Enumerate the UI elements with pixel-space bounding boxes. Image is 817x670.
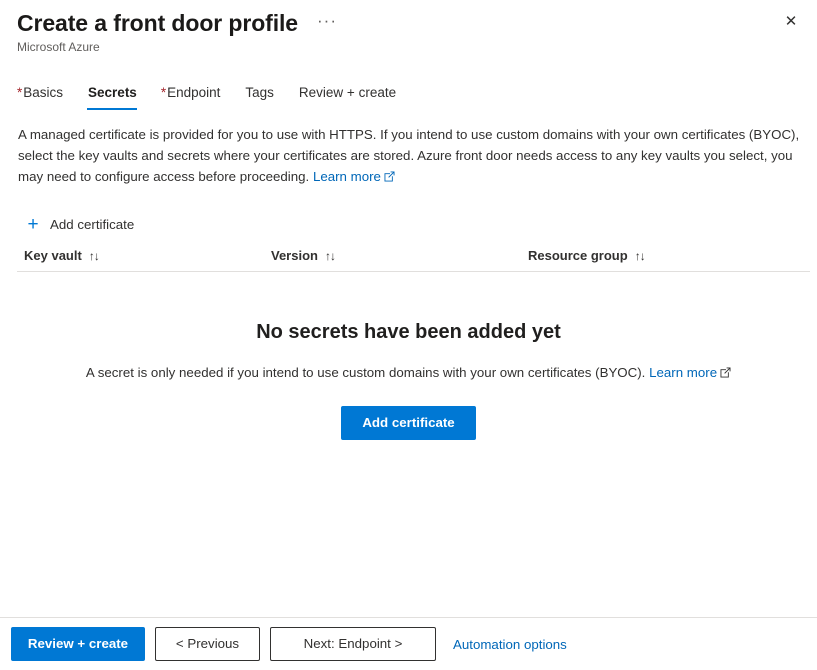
tab-secrets[interactable]: Secrets — [75, 84, 149, 110]
tab-label: Review + create — [298, 85, 397, 100]
blade-footer: Review + create < Previous Next: Endpoin… — [0, 617, 817, 670]
table-header-row: Key vault ↑↓ Version ↑↓ Resource group ↑… — [17, 248, 810, 272]
blade-subtitle: Microsoft Azure — [17, 40, 100, 54]
sort-icon: ↑↓ — [324, 248, 336, 263]
column-header-resource-group[interactable]: Resource group ↑↓ — [528, 248, 810, 263]
tab-label: Endpoint — [167, 85, 221, 100]
empty-state-title: No secrets have been added yet — [256, 321, 561, 343]
column-label: Key vault — [24, 248, 82, 263]
automation-options-link[interactable]: Automation options — [453, 637, 567, 652]
empty-state-learn-more-link[interactable]: Learn more — [649, 365, 717, 380]
required-asterisk: * — [160, 85, 167, 100]
tab-label: Tags — [245, 85, 274, 100]
column-header-key-vault[interactable]: Key vault ↑↓ — [17, 248, 271, 263]
tab-basics[interactable]: *Basics — [17, 84, 75, 110]
learn-more-link[interactable]: Learn more — [313, 169, 381, 184]
sort-icon: ↑↓ — [88, 248, 100, 263]
external-link-icon — [384, 171, 395, 182]
external-link-icon — [720, 367, 731, 378]
column-header-version[interactable]: Version ↑↓ — [271, 248, 528, 263]
sort-icon: ↑↓ — [634, 248, 646, 263]
add-certificate-command[interactable]: + Add certificate — [20, 211, 140, 238]
empty-state-action: Add certificate — [0, 406, 817, 440]
description-body: A managed certificate is provided for yo… — [18, 127, 800, 184]
tab-review-create[interactable]: Review + create — [286, 84, 408, 110]
plus-icon: + — [27, 214, 39, 235]
add-certificate-button[interactable]: Add certificate — [341, 406, 476, 440]
tab-tags[interactable]: Tags — [232, 84, 286, 110]
wizard-tabs: *Basics Secrets *Endpoint Tags Review + … — [17, 84, 408, 110]
tab-endpoint[interactable]: *Endpoint — [149, 84, 233, 110]
tab-label: Basics — [23, 85, 64, 100]
more-options-icon[interactable]: ··· — [312, 12, 342, 35]
next-endpoint-button[interactable]: Next: Endpoint > — [270, 627, 436, 661]
secrets-table: Key vault ↑↓ Version ↑↓ Resource group ↑… — [17, 248, 810, 272]
tab-label: Secrets — [88, 85, 137, 100]
page-title: Create a front door profile — [17, 10, 298, 36]
close-icon[interactable]: ✕ — [775, 5, 807, 37]
empty-state-subtitle-text: A secret is only needed if you intend to… — [85, 365, 646, 380]
description-text: A managed certificate is provided for yo… — [18, 124, 810, 187]
empty-state-subtitle: A secret is only needed if you intend to… — [0, 363, 817, 383]
review-create-button[interactable]: Review + create — [11, 627, 145, 661]
title-row: Create a front door profile ··· — [17, 9, 817, 37]
column-label: Resource group — [528, 248, 628, 263]
blade-header: Create a front door profile ··· Microsof… — [0, 0, 817, 62]
empty-state: No secrets have been added yet A secret … — [0, 318, 817, 440]
previous-button[interactable]: < Previous — [155, 627, 260, 661]
add-certificate-label: Add certificate — [50, 217, 135, 232]
column-label: Version — [271, 248, 318, 263]
create-front-door-profile-blade: Create a front door profile ··· Microsof… — [0, 0, 817, 670]
required-asterisk: * — [17, 85, 23, 100]
